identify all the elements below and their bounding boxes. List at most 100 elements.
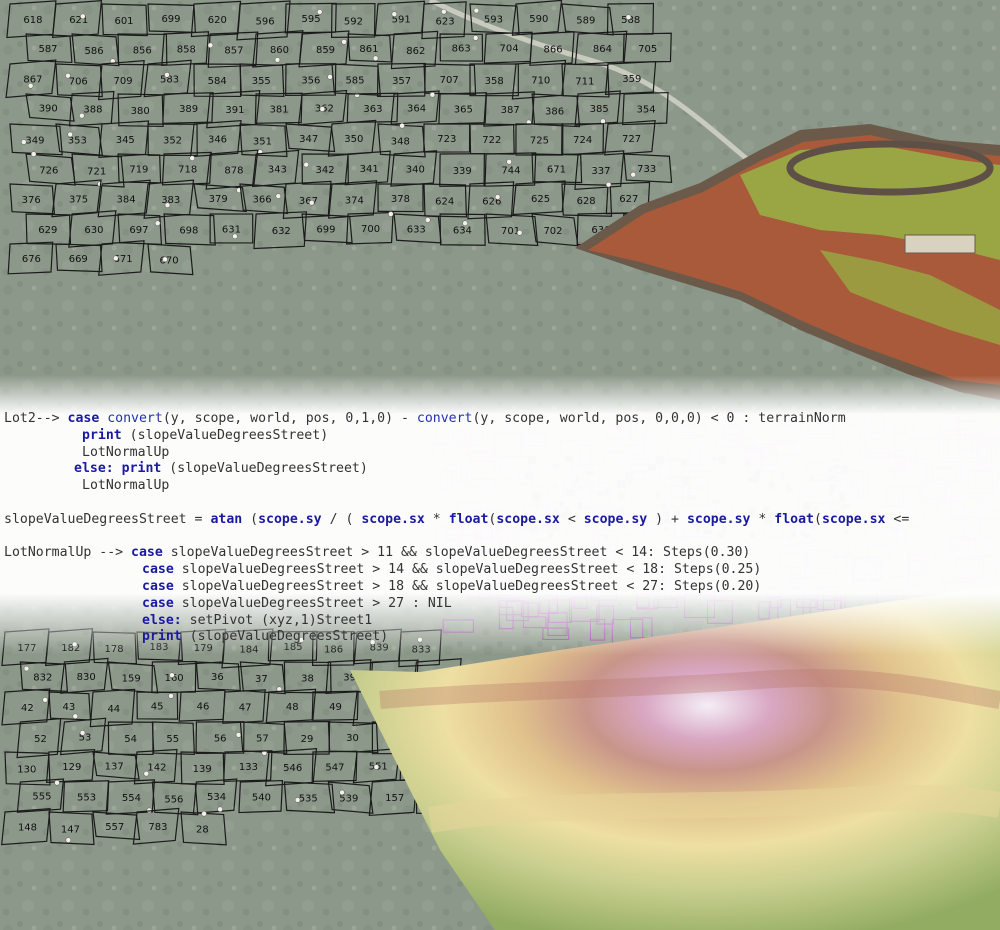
code-line: LotNormalUp <box>82 477 169 494</box>
find-spot-marker <box>217 806 223 813</box>
find-spot-marker <box>232 233 238 240</box>
parcel-number: 857 <box>224 46 243 57</box>
parcel-number: 587 <box>38 44 57 55</box>
find-spot-marker <box>21 139 27 145</box>
parcel-number: 48 <box>286 702 299 713</box>
find-spot-marker <box>391 11 398 17</box>
parcel-number: 379 <box>209 194 228 205</box>
parcel-number: 43 <box>63 702 76 713</box>
parcel-number: 710 <box>531 76 550 87</box>
parcel-number: 352 <box>163 136 182 147</box>
parcel-number: 878 <box>224 166 243 177</box>
find-spot-marker <box>494 194 501 200</box>
parcel-number: 363 <box>363 104 382 115</box>
parcel-number: 620 <box>208 15 227 26</box>
code-token: convert <box>107 411 163 426</box>
parcel-number: 139 <box>193 764 212 775</box>
code-token: print <box>82 427 130 443</box>
find-spot-marker <box>23 665 30 672</box>
parcel-number: 159 <box>122 673 141 684</box>
parcel-number: 592 <box>344 16 363 27</box>
parcel-number: 709 <box>114 76 133 87</box>
find-spot-marker <box>54 780 60 786</box>
parcel-number: 832 <box>33 673 52 684</box>
find-spot-marker <box>201 810 207 817</box>
parcel-number: 704 <box>500 44 519 55</box>
parcel-number: 724 <box>573 135 592 146</box>
parcel-number: 856 <box>133 45 152 56</box>
find-spot-marker <box>327 74 333 80</box>
code-line: case slopeValueDegreesStreet > 14 && slo… <box>142 561 761 578</box>
find-spot-marker <box>207 42 214 49</box>
parcel-number: 859 <box>316 45 335 56</box>
parcel-number: 129 <box>62 762 81 773</box>
code-token: case <box>142 595 182 611</box>
parcel-number: 858 <box>177 45 196 56</box>
parcel-number: 627 <box>619 194 638 205</box>
parcel-number: 348 <box>391 136 410 147</box>
parcel-number: 54 <box>124 734 137 745</box>
parcel-number: 676 <box>22 254 41 265</box>
parcel-number: 358 <box>485 76 504 87</box>
parcel-number: 142 <box>147 763 166 774</box>
find-spot-marker <box>388 211 394 217</box>
code-token: / ( <box>321 511 362 527</box>
find-spot-marker <box>339 789 345 796</box>
parcel-number: 557 <box>105 822 124 833</box>
code-token: * <box>424 511 449 527</box>
find-spot-marker <box>516 229 523 236</box>
parcel-number: 378 <box>391 194 410 205</box>
parcel-number: 629 <box>38 225 57 236</box>
parcel-number: 726 <box>39 166 58 177</box>
code-token: LotNormalUp <box>82 444 170 460</box>
parcel-number: 381 <box>269 104 288 115</box>
parcel-number: 52 <box>34 734 47 745</box>
parcel-number: 44 <box>107 704 120 715</box>
parcel-number: 866 <box>544 45 563 56</box>
parcel-number: 374 <box>345 195 364 206</box>
parcel-number: 388 <box>83 105 102 116</box>
parcel-number: 342 <box>316 165 335 176</box>
parcel-number: 783 <box>148 822 167 833</box>
parcel-number: 830 <box>77 672 96 683</box>
parcel-number: 56 <box>214 734 227 745</box>
parcel-number: 585 <box>345 76 364 87</box>
parcel-number: 349 <box>25 135 44 146</box>
parcel-number: 863 <box>452 44 471 55</box>
find-spot-marker <box>373 764 380 770</box>
find-spot-marker <box>372 55 379 62</box>
find-spot-marker <box>164 202 171 208</box>
find-spot-marker <box>625 14 632 20</box>
code-token: scope.sx <box>821 511 886 527</box>
parcel-number: 547 <box>325 762 344 773</box>
code-token: float <box>448 511 489 527</box>
parcel-number: 601 <box>114 16 133 27</box>
code-token: convert <box>416 411 473 426</box>
code-token: slopeValueDegreesStreet > 14 && slopeVal… <box>181 562 762 578</box>
find-spot-marker <box>30 151 37 157</box>
parcel-number: 860 <box>270 45 289 56</box>
parcel-number: 347 <box>299 134 318 145</box>
parcel-number: 864 <box>593 44 612 55</box>
parcel-number: 353 <box>68 136 87 147</box>
parcel-number: 702 <box>543 226 562 237</box>
parcel-number: 632 <box>272 226 291 237</box>
code-token: slopeValueDegreesStreet = <box>4 511 211 527</box>
parcel-number: 383 <box>161 195 180 206</box>
parcel-number: 555 <box>32 792 51 803</box>
code-token: else: print <box>74 461 170 477</box>
code-token: setPivot (xyz,1)Street1 <box>189 612 373 628</box>
parcel-number: 380 <box>131 106 150 117</box>
parcel-number: 727 <box>622 134 641 145</box>
code-token: case <box>142 562 182 578</box>
parcel-number: 624 <box>435 196 454 207</box>
parcel-number: 390 <box>39 104 58 115</box>
parcel-number: 385 <box>590 104 609 115</box>
find-spot-marker <box>67 131 73 138</box>
code-token: case <box>142 579 182 594</box>
find-spot-marker <box>303 161 309 168</box>
parcel-number: 137 <box>105 762 124 773</box>
code-token: LotNormalUp --> <box>4 545 132 561</box>
parcel-number: 45 <box>151 702 164 713</box>
find-spot-marker <box>154 220 161 226</box>
